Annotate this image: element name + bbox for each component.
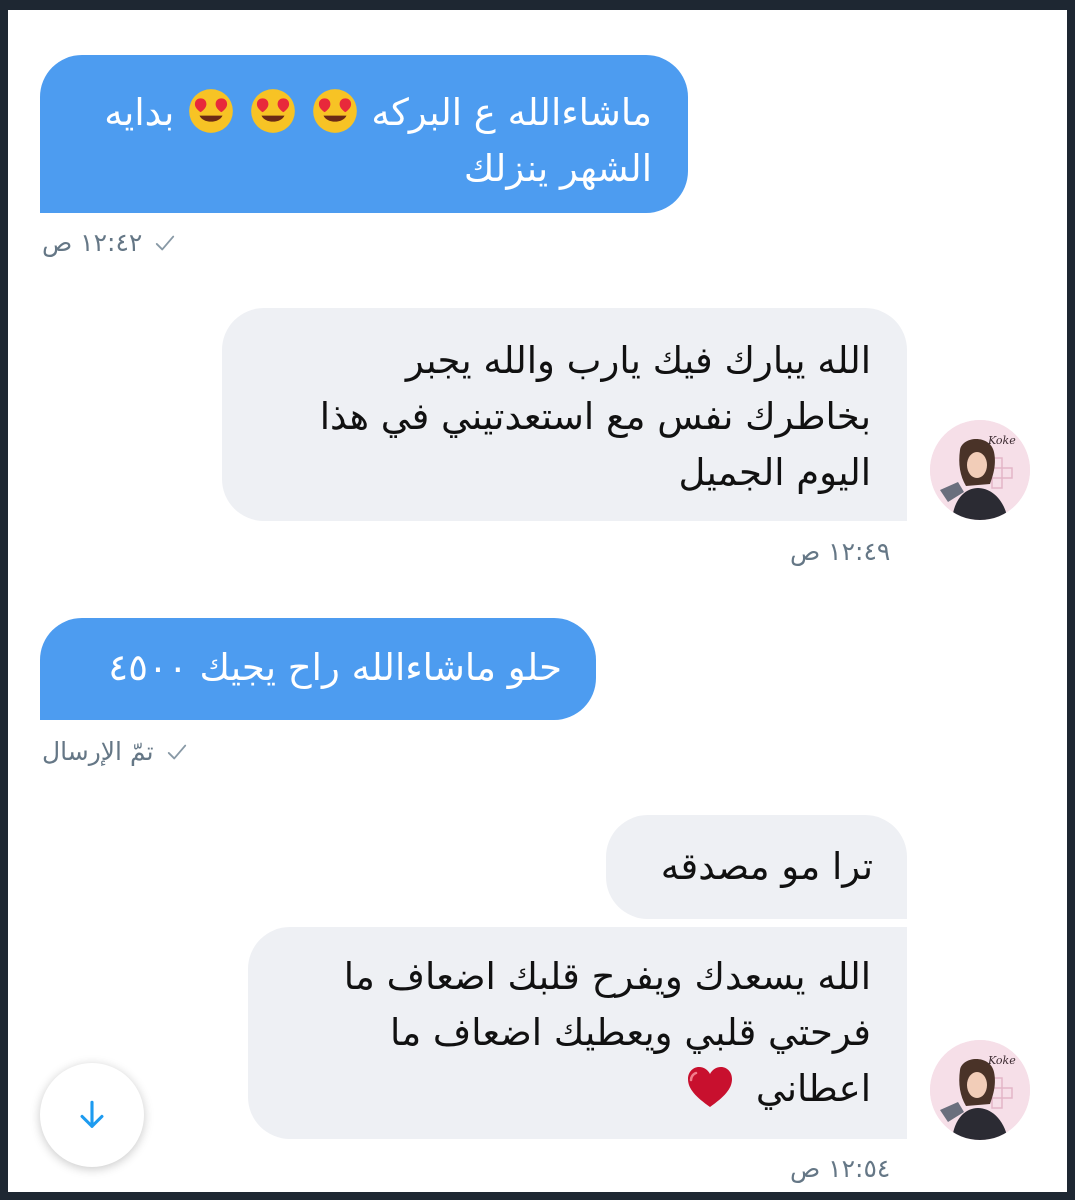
message-meta: ١٢:٤٢ ص [42, 228, 176, 257]
scroll-to-bottom-button[interactable] [40, 1063, 144, 1167]
smiling-face-with-heart-eyes-emoji [250, 88, 296, 134]
message-bubble-sent[interactable]: حلو ماشاءالله راح يجيك ٤٥٠٠ [40, 618, 596, 720]
message-bubble-sent[interactable]: ماشاءالله ع البركه بدايه الشهر ينزلك [40, 55, 688, 213]
smiling-face-with-heart-eyes-emoji [312, 88, 358, 134]
red-heart-emoji [686, 1065, 734, 1109]
message-meta: ١٢:٥٤ ص [790, 1154, 890, 1183]
message-line: الله يسعدك ويفرح قلبك اضعاف ما [343, 955, 871, 998]
screen-frame-bottom [0, 1192, 1075, 1200]
screen-frame-top [0, 0, 1075, 10]
sent-check-icon [166, 741, 188, 763]
avatar-label: Koke [988, 434, 1016, 447]
message-line: بخاطرك نفس مع استعدتيني في هذا [319, 395, 871, 438]
message-bubble-received[interactable]: الله يسعدك ويفرح قلبك اضعاف ما فرحتي قلب… [248, 927, 907, 1139]
screen-frame-right [1067, 0, 1075, 1200]
message-bubble-received[interactable]: ترا مو مصدقه [606, 815, 907, 919]
message-timestamp: ١٢:٥٤ ص [790, 1154, 891, 1183]
smiling-face-with-heart-eyes-emoji [188, 88, 234, 134]
message-bubble-received[interactable]: الله يبارك فيك يارب والله يجبر بخاطرك نف… [222, 308, 907, 521]
contact-avatar[interactable]: Koke [930, 1040, 1030, 1140]
arrow-down-icon [75, 1098, 109, 1132]
message-text: بدايه [104, 91, 175, 134]
message-line: اعطاني [284, 1061, 871, 1117]
message-text: اعطاني [755, 1067, 871, 1110]
message-text: ترا مو مصدقه [660, 845, 873, 888]
message-line: اليوم الجميل [678, 451, 871, 494]
avatar-label: Koke [988, 1054, 1016, 1067]
message-meta: تمّ الإرسال [42, 737, 188, 766]
screen-frame-left [0, 0, 8, 1200]
message-line: فرحتي قلبي ويعطيك اضعاف ما [390, 1011, 871, 1054]
message-status: تمّ الإرسال [42, 737, 154, 766]
sent-check-icon [154, 232, 176, 254]
message-timestamp: ١٢:٤٢ ص [42, 228, 143, 257]
message-meta: ١٢:٤٩ ص [790, 537, 890, 566]
message-line: الله يبارك فيك يارب والله يجبر [405, 339, 871, 382]
message-line: ماشاءالله ع البركه بدايه [80, 85, 652, 141]
message-text: حلو ماشاءالله راح يجيك ٤٥٠٠ [108, 646, 562, 689]
message-line: الشهر ينزلك [463, 147, 652, 190]
contact-avatar[interactable]: Koke [930, 420, 1030, 520]
message-timestamp: ١٢:٤٩ ص [790, 537, 891, 566]
message-text: ماشاءالله ع البركه [371, 91, 652, 134]
